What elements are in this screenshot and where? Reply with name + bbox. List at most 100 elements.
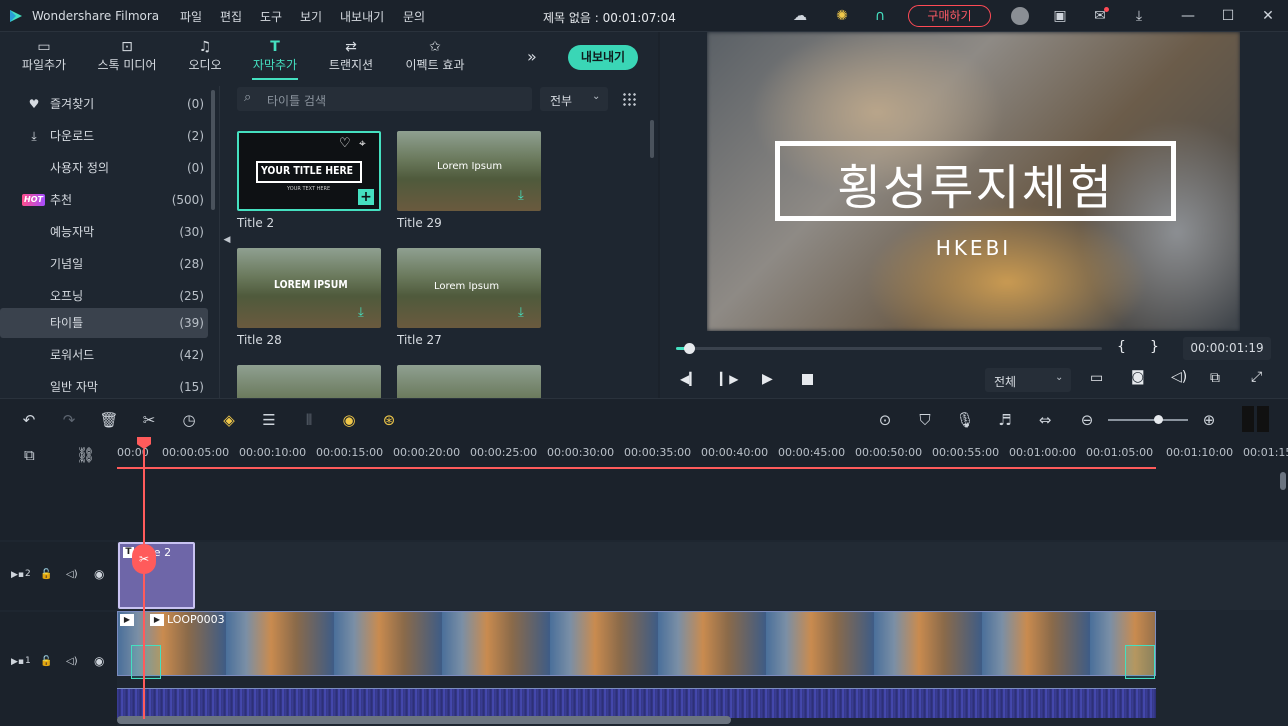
save-icon[interactable]: ▣ [1050, 6, 1070, 26]
zoom-out-icon[interactable]: ⊖ [1076, 409, 1098, 431]
headset-icon[interactable]: ∩ [870, 6, 890, 26]
title-card-28[interactable]: LOREM IPSUM ⤓ [237, 248, 381, 328]
volume-icon[interactable]: ◁) [1171, 369, 1187, 385]
undo-icon[interactable]: ↶ [18, 409, 40, 431]
marker-icon[interactable]: ⛉ [914, 409, 936, 431]
menu-help[interactable]: 문의 [403, 8, 425, 25]
play-icon[interactable]: ▶ [762, 371, 773, 387]
category-downloads[interactable]: ⤓ 다운로드 (2) [0, 121, 208, 151]
thumbnail-scrollbar[interactable] [650, 120, 654, 158]
stop-icon[interactable] [802, 374, 813, 385]
empty-track-area[interactable] [117, 470, 1288, 540]
delete-icon[interactable]: 🗑 [98, 409, 120, 431]
category-titles[interactable]: 타이틀 (39) [0, 308, 208, 338]
category-lower-third[interactable]: 로워서드 (42) [0, 340, 208, 370]
title-card-27[interactable]: Lorem Ipsum ⤓ [397, 248, 541, 328]
link-icon[interactable]: ⛓ [76, 446, 95, 464]
quality-dropdown[interactable]: 전체 ⌄ [985, 368, 1071, 392]
title-card[interactable] [397, 365, 541, 398]
preview-video[interactable]: 횡성루지체험 HKEBI [707, 32, 1240, 331]
category-recommended[interactable]: HOT 추천 (500) [0, 185, 208, 215]
download-icon[interactable]: ⤓ [1129, 6, 1149, 26]
tab-titles[interactable]: T 자막추가 [244, 38, 306, 80]
zoom-in-icon[interactable]: ⊕ [1198, 409, 1220, 431]
category-general[interactable]: 일반 자막 (15) [0, 372, 208, 398]
render-preview-icon[interactable]: ⊙ [874, 409, 896, 431]
audio-mixer-icon[interactable]: ♬ [994, 409, 1016, 431]
display-monitor-icon[interactable]: ▭ [1090, 370, 1103, 386]
category-favorites[interactable]: ♥ 즐겨찾기 (0) [0, 89, 208, 119]
title-card-2[interactable]: YOUR TITLE HERE YOUR TEXT HERE ♡ ⌖ + [237, 131, 381, 211]
microphone-icon[interactable]: 🎙 [954, 409, 976, 431]
title-clip[interactable]: T Title 2 [118, 542, 195, 609]
panel-layout-icon[interactable] [1242, 406, 1269, 432]
next-frame-icon[interactable]: ▎▶ [720, 372, 738, 386]
tab-audio[interactable]: ♫ 오디오 [180, 38, 230, 80]
title-card-29[interactable]: Lorem Ipsum ⤓ [397, 131, 541, 211]
grid-view-icon[interactable] [622, 92, 636, 106]
cloud-icon[interactable]: ☁ [790, 6, 810, 26]
lock-icon[interactable]: 🔓 [40, 569, 52, 580]
audio-stretch-icon[interactable]: ◉ [338, 409, 360, 431]
speaker-icon[interactable]: ◁) [66, 569, 78, 580]
eye-icon[interactable]: ◉ [94, 654, 104, 668]
vertical-scrollbar[interactable] [1280, 472, 1286, 490]
mark-in-icon[interactable]: { [1117, 339, 1126, 355]
maximize-icon[interactable]: ☐ [1218, 6, 1238, 26]
snapshot-camera-icon[interactable]: ◙ [1131, 369, 1145, 385]
add-track-icon[interactable]: ⧉ [24, 446, 35, 464]
playhead-scissor-icon[interactable]: ✂ [132, 544, 156, 574]
menu-export[interactable]: 내보내기 [340, 8, 384, 25]
zoom-slider[interactable] [1108, 415, 1188, 424]
zoom-slider-knob[interactable] [1154, 415, 1163, 424]
export-button[interactable]: 내보내기 [568, 45, 638, 70]
download-icon[interactable]: ⤓ [518, 305, 524, 320]
tab-stock-media[interactable]: ⊡ 스톡 미디어 [90, 38, 164, 80]
preview-progress-track[interactable] [676, 343, 1102, 354]
preview-icon[interactable]: ⌖ [359, 136, 366, 151]
category-custom[interactable]: 사용자 정의 (0) [0, 153, 208, 183]
speaker-icon[interactable]: ◁) [66, 656, 78, 667]
eye-icon[interactable]: ◉ [94, 567, 104, 581]
mark-out-icon[interactable]: } [1150, 339, 1159, 355]
auto-text-icon[interactable]: ⊛ [378, 409, 400, 431]
buy-button[interactable]: 구매하기 [908, 5, 991, 27]
category-opening[interactable]: 오프닝 (25) [0, 281, 208, 311]
tab-import[interactable]: ▭ 파일추가 [12, 38, 76, 80]
menu-file[interactable]: 파일 [180, 8, 202, 25]
more-tabs-icon[interactable]: » [527, 47, 537, 66]
favorite-heart-icon[interactable]: ♡ [339, 136, 351, 151]
menu-view[interactable]: 보기 [300, 8, 322, 25]
menu-tools[interactable]: 도구 [260, 8, 282, 25]
fullscreen-icon[interactable]: ⤢ [1251, 369, 1262, 385]
add-icon[interactable]: + [358, 189, 374, 205]
pip-icon[interactable]: ⧉ [1210, 370, 1220, 386]
transition-marker-start[interactable] [131, 645, 161, 679]
keyframe-icon[interactable]: ◈ [218, 409, 240, 431]
download-icon[interactable]: ⤓ [518, 188, 524, 203]
audio-wave-icon[interactable]: ⦀ [298, 409, 320, 431]
speed-timer-icon[interactable]: ◷ [178, 409, 200, 431]
category-scrollbar[interactable] [211, 90, 215, 210]
download-icon[interactable]: ⤓ [358, 305, 364, 320]
filter-dropdown[interactable]: 전부 ⌄ [540, 87, 608, 111]
tab-transitions[interactable]: ⇄ 트랜지션 [320, 38, 382, 80]
cut-icon[interactable]: ✂ [138, 409, 160, 431]
avatar[interactable] [1011, 7, 1029, 25]
bulb-icon[interactable]: ✺ [832, 6, 852, 26]
horizontal-scrollbar[interactable] [117, 716, 731, 724]
fit-timeline-icon[interactable]: ⇔ [1034, 409, 1056, 431]
title-search-input[interactable]: ⌕ 타이틀 검색 [237, 87, 532, 111]
title-card[interactable] [237, 365, 381, 398]
adjust-icon[interactable]: ☰ [258, 409, 280, 431]
menu-edit[interactable]: 편집 [220, 8, 242, 25]
tab-effects[interactable]: ✩ 이펙트 효과 [398, 38, 472, 80]
preview-progress-knob[interactable] [683, 343, 695, 354]
collapse-panel-icon[interactable]: ◀ [221, 232, 233, 248]
video-clip[interactable]: ▶ ▶ LOOP0003 [117, 611, 1156, 679]
timeline-ruler[interactable]: 00:00 00:00:05:00 00:00:10:00 00:00:15:0… [117, 440, 1288, 470]
close-icon[interactable]: ✕ [1258, 6, 1278, 26]
minimize-icon[interactable]: — [1178, 6, 1198, 26]
category-anniversary[interactable]: 기념일 (28) [0, 249, 208, 279]
redo-icon[interactable]: ↷ [58, 409, 80, 431]
